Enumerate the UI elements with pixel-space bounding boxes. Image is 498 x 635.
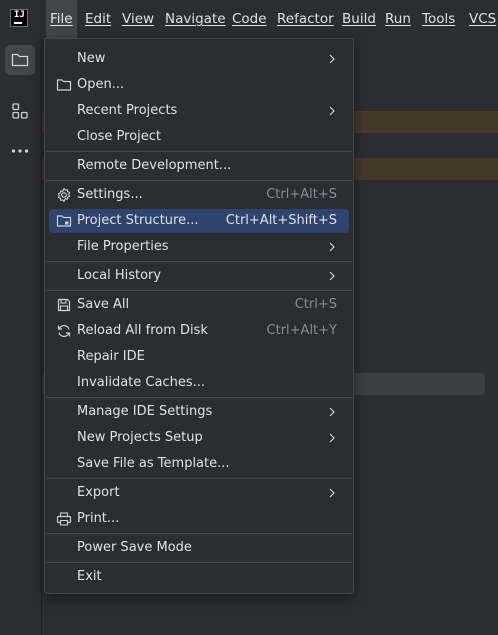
structure-icon (12, 103, 28, 119)
menu-item-manage-ide-settings[interactable]: Manage IDE Settings (49, 400, 349, 424)
reload-icon (57, 325, 71, 337)
menu-item-label: Print... (77, 511, 120, 526)
menu-code[interactable]: Code (232, 0, 267, 38)
menu-item-label: Exit (77, 569, 102, 584)
menu-item-invalidate-caches[interactable]: Invalidate Caches... (49, 371, 349, 395)
menu-item-label: Close Project (77, 129, 162, 144)
gear-icon (57, 187, 71, 203)
menu-navigate[interactable]: Navigate (165, 0, 226, 38)
chevron-right-icon (329, 271, 335, 281)
menu-view[interactable]: View (122, 0, 154, 38)
more-tools-button[interactable] (5, 136, 35, 166)
menu-separator (46, 290, 352, 291)
menu-item-label: New Projects Setup (77, 430, 203, 445)
shortcut-label: Ctrl+S (294, 297, 337, 312)
chevron-right-icon (329, 242, 335, 252)
menu-item-save-file-as-template[interactable]: Save File as Template... (49, 452, 349, 476)
chevron-right-icon (329, 407, 335, 417)
menu-item-local-history[interactable]: Local History (49, 264, 349, 288)
menu-run[interactable]: Run (385, 0, 411, 38)
chevron-right-icon (329, 433, 335, 443)
menu-item-print[interactable]: Print... (49, 507, 349, 531)
menu-item-close-project[interactable]: Close Project (49, 125, 349, 149)
menu-item-new-projects-setup[interactable]: New Projects Setup (49, 426, 349, 450)
menu-separator (46, 180, 352, 181)
menu-item-file-properties[interactable]: File Properties (49, 235, 349, 259)
menu-item-label: Manage IDE Settings (77, 404, 213, 419)
menu-item-label: Power Save Mode (77, 540, 192, 555)
file-menu-dropdown: New Open... Recent Projects Close Projec… (44, 38, 354, 594)
menu-item-label: Local History (77, 268, 162, 283)
folder-icon (11, 53, 29, 67)
menu-separator (46, 261, 352, 262)
menu-item-exit[interactable]: Exit (49, 565, 349, 589)
menu-item-label: Invalidate Caches... (77, 375, 206, 390)
menu-item-open[interactable]: Open... (49, 73, 349, 97)
shortcut-label: Ctrl+Alt+Shift+S (225, 213, 337, 228)
menu-item-power-save-mode[interactable]: Power Save Mode (49, 536, 349, 560)
menu-item-save-all[interactable]: Save All Ctrl+S (49, 293, 349, 317)
menu-item-label: Recent Projects (77, 103, 178, 118)
more-icon (11, 149, 29, 153)
menu-item-remote-development[interactable]: Remote Development... (49, 154, 349, 178)
chevron-right-icon (329, 106, 335, 116)
menu-item-label: Save File as Template... (77, 456, 230, 471)
menu-tools[interactable]: Tools (422, 0, 455, 38)
menu-item-label: Open... (77, 77, 125, 92)
menu-item-reload-all-from-disk[interactable]: Reload All from Disk Ctrl+Alt+Y (49, 319, 349, 343)
menu-file[interactable]: File (46, 0, 77, 38)
tool-window-strip (0, 38, 42, 635)
menu-item-settings[interactable]: Settings... Ctrl+Alt+S (49, 183, 349, 207)
menu-vcs[interactable]: VCS (469, 0, 496, 38)
save-icon (57, 298, 71, 312)
chevron-right-icon (329, 54, 335, 64)
shortcut-label: Ctrl+Alt+Y (266, 323, 337, 338)
menu-item-label: Export (77, 485, 120, 500)
menu-item-recent-projects[interactable]: Recent Projects (49, 99, 349, 123)
menu-item-label: New (77, 51, 106, 66)
menu-refactor[interactable]: Refactor (277, 0, 334, 38)
menu-separator (46, 151, 352, 152)
menu-item-label: Reload All from Disk (77, 323, 208, 338)
project-structure-icon (56, 215, 72, 227)
print-icon (56, 512, 72, 526)
menu-item-export[interactable]: Export (49, 481, 349, 505)
menu-separator (46, 478, 352, 479)
menu-item-label: Settings... (77, 187, 143, 202)
menu-separator (46, 533, 352, 534)
menu-item-project-structure[interactable]: Project Structure... Ctrl+Alt+Shift+S (49, 209, 349, 233)
menu-item-label: Save All (77, 297, 130, 312)
shortcut-label: Ctrl+Alt+S (266, 187, 337, 202)
project-tool-button[interactable] (5, 45, 35, 75)
menu-item-label: Project Structure... (77, 213, 199, 228)
menu-item-new[interactable]: New (49, 47, 349, 71)
menu-separator (46, 397, 352, 398)
menu-build[interactable]: Build (342, 0, 376, 38)
menu-item-label: Remote Development... (77, 158, 232, 173)
folder-icon (56, 79, 72, 91)
menu-item-label: Repair IDE (77, 349, 145, 364)
menu-item-repair-ide[interactable]: Repair IDE (49, 345, 349, 369)
menu-item-label: File Properties (77, 239, 169, 254)
menu-separator (46, 562, 352, 563)
menu-edit[interactable]: Edit (85, 0, 111, 38)
menu-bar: IJ File Edit View Navigate Code Refactor… (0, 0, 498, 38)
chevron-right-icon (329, 488, 335, 498)
structure-tool-button[interactable] (5, 96, 35, 126)
app-logo: IJ (10, 9, 28, 27)
